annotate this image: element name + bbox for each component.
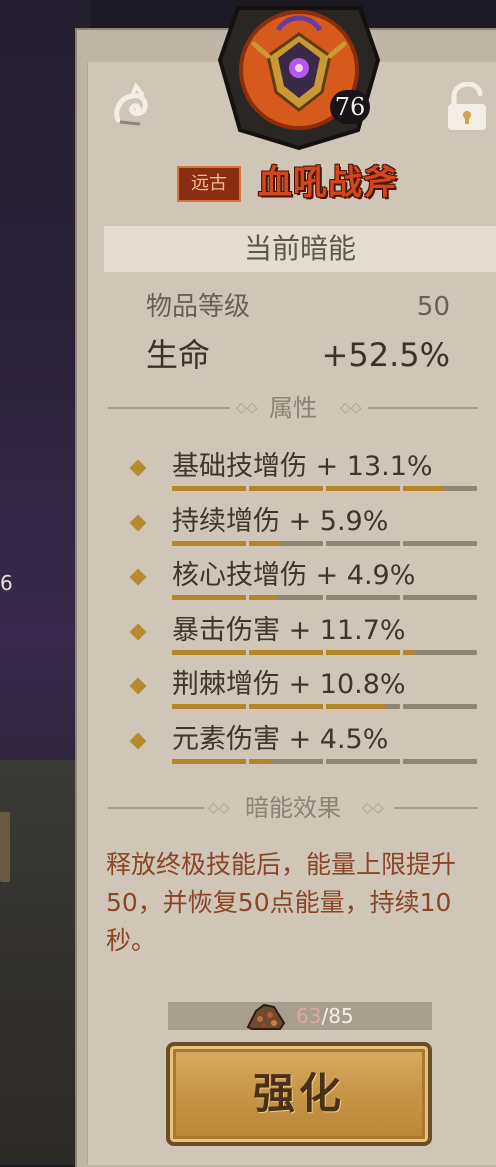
- diamond-bullet-icon: [129, 677, 147, 695]
- attribute-progress-segment: [326, 486, 400, 491]
- attribute-progress-segment: [172, 595, 246, 600]
- attribute-progress-fill: [249, 595, 275, 600]
- attribute-progress-fill: [172, 649, 246, 655]
- attribute-progress-segment: [403, 486, 477, 491]
- current-dark-energy-header: 当前暗能: [104, 226, 496, 272]
- divider-line: [368, 407, 478, 409]
- attribute-row: 暴击伤害 + 11.7%: [129, 614, 477, 668]
- item-level-value: 50: [416, 292, 450, 322]
- divider-ornament: ◇◇: [362, 800, 384, 816]
- lock-icon[interactable]: [444, 82, 490, 132]
- attribute-progress-fill: [172, 758, 246, 764]
- attribute-progress-segment: [326, 704, 400, 709]
- attribute-progress-segment: [403, 540, 477, 546]
- attribute-progress-segment: [249, 595, 323, 600]
- rarity-tag: 远古: [177, 166, 241, 202]
- attribute-progress-fill: [403, 649, 415, 655]
- attribute-text: 暴击伤害 + 11.7%: [172, 614, 406, 646]
- attribute-row: 持续增伤 + 5.9%: [129, 505, 477, 559]
- effect-description: 释放终极技能后，能量上限提升50，并恢复50点能量，持续10秒。: [106, 850, 457, 955]
- divider-ornament: ◇◇: [340, 400, 362, 416]
- attribute-progress-segment: [403, 649, 477, 655]
- attribute-progress-segment: [249, 758, 323, 764]
- attribute-progress-segment: [403, 595, 477, 600]
- attribute-text: 元素伤害 + 4.5%: [172, 723, 389, 755]
- attribute-text: 基础技增伤 + 13.1%: [172, 451, 433, 482]
- attribute-progress-segment: [172, 649, 246, 655]
- attribute-progress-segment: [172, 540, 246, 546]
- material-count: 63/85: [296, 1002, 354, 1030]
- attribute-progress-segment: [326, 649, 400, 655]
- attribute-progress-segment: [249, 649, 323, 655]
- attribute-row: 基础技增伤 + 13.1%: [129, 450, 477, 504]
- attribute-progress-segment: [403, 704, 477, 709]
- attribute-text: 持续增伤 + 5.9%: [172, 505, 389, 537]
- attribute-progress-fill: [249, 649, 323, 655]
- attribute-row: 荆棘增伤 + 10.8%: [129, 668, 477, 722]
- background-level-badge: 6: [0, 571, 13, 595]
- divider-line: [394, 807, 478, 809]
- attribute-progress-fill: [249, 704, 323, 709]
- attribute-progress-fill: [249, 540, 283, 546]
- material-need: 85: [328, 1004, 354, 1028]
- background-scroll-handle: [0, 812, 10, 882]
- attribute-text: 荆棘增伤 + 10.8%: [172, 669, 406, 700]
- diamond-bullet-icon: [129, 514, 147, 531]
- attribute-progress-segment: [249, 486, 323, 491]
- attribute-progress-segment: [326, 758, 400, 764]
- item-level-badge: 76: [330, 90, 370, 124]
- attribute-progress-fill: [172, 486, 246, 491]
- swirl-icon[interactable]: [110, 80, 154, 130]
- diamond-bullet-icon: [129, 568, 147, 586]
- diamond-bullet-icon: [129, 623, 147, 640]
- attribute-row: 核心技增伤 + 4.9%: [129, 559, 477, 613]
- attribute-progress-fill: [249, 758, 272, 764]
- item-level-label: 物品等级: [146, 292, 251, 322]
- attribute-progress-fill: [326, 704, 386, 709]
- attribute-progress-fill: [172, 704, 246, 709]
- amulet-emblem-icon: [218, 6, 380, 150]
- attribute-progress-segment: [172, 758, 246, 764]
- attribute-text: 核心技增伤 + 4.9%: [172, 560, 416, 591]
- attribute-progress-fill: [249, 486, 323, 491]
- attribute-row: 元素伤害 + 4.5%: [129, 723, 477, 777]
- diamond-bullet-icon: [129, 732, 147, 749]
- attribute-progress-fill: [172, 595, 246, 600]
- attribute-progress-segment: [326, 595, 400, 600]
- attribute-progress-fill: [326, 486, 400, 491]
- attribute-progress-segment: [249, 540, 323, 546]
- effect-divider: ◇◇ 暗能效果 ◇◇: [108, 794, 478, 822]
- attribute-progress-fill: [172, 540, 246, 546]
- attribute-progress-segment: [249, 704, 323, 709]
- material-have: 63: [296, 1004, 322, 1028]
- life-value: +52.5%: [321, 336, 450, 374]
- diamond-bullet-icon: [129, 459, 147, 477]
- enhance-button[interactable]: 强化: [166, 1042, 432, 1146]
- attribute-progress-fill: [326, 649, 400, 655]
- attribute-progress-segment: [172, 704, 246, 709]
- attributes-divider: ◇◇ 属性 ◇◇: [108, 394, 478, 422]
- item-name: 血吼战斧: [258, 163, 398, 203]
- life-label: 生命: [146, 336, 211, 374]
- attribute-progress-segment: [172, 486, 246, 491]
- attribute-progress-fill: [403, 486, 444, 491]
- attribute-progress-segment: [326, 540, 400, 546]
- attribute-progress-segment: [403, 758, 477, 764]
- ore-icon: [246, 1003, 286, 1030]
